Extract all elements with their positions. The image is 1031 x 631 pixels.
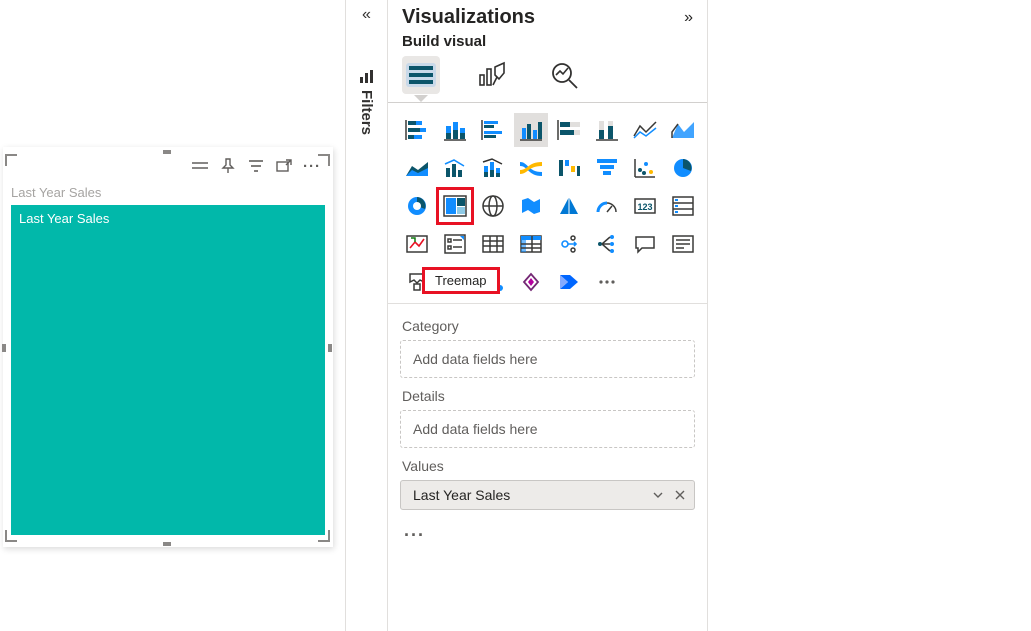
build-tabs (388, 56, 707, 103)
stacked-bar-chart-icon[interactable] (400, 113, 434, 147)
azure-map-icon[interactable] (552, 189, 586, 223)
smart-narrative-icon[interactable] (666, 227, 700, 261)
donut-chart-icon[interactable] (400, 189, 434, 223)
focus-mode-icon[interactable] (273, 155, 295, 177)
tab-format-visual[interactable] (474, 56, 512, 94)
svg-text:123: 123 (637, 202, 652, 212)
line-chart-icon[interactable] (628, 113, 662, 147)
drag-handle-icon[interactable] (189, 155, 211, 177)
filter-icon[interactable] (245, 155, 267, 177)
r-visual-icon[interactable] (552, 227, 586, 261)
well-details[interactable]: Add data fields here (400, 410, 695, 448)
tab-analytics[interactable] (546, 56, 584, 94)
ribbon-chart-icon[interactable] (514, 151, 548, 185)
treemap-tile-label: Last Year Sales (19, 211, 109, 226)
line-stacked-column-icon[interactable] (476, 151, 510, 185)
multi-row-card-icon[interactable] (666, 189, 700, 223)
visualizations-pane: Visualizations » Build visual Treemap 12… (388, 0, 708, 631)
treemap-tooltip: Treemap (424, 269, 498, 292)
selection-handle[interactable] (5, 530, 17, 542)
selection-handle[interactable] (163, 150, 171, 154)
get-more-visuals-icon[interactable] (590, 265, 624, 299)
decomposition-tree-icon[interactable] (590, 227, 624, 261)
report-canvas: ··· Last Year Sales Last Year Sales (0, 0, 345, 631)
visual-title: Last Year Sales (11, 185, 101, 200)
waterfall-chart-icon[interactable] (552, 151, 586, 185)
hundred-stacked-bar-icon[interactable] (552, 113, 586, 147)
visual-type-grid: Treemap 123 (388, 103, 707, 304)
map-icon[interactable] (476, 189, 510, 223)
funnel-chart-icon[interactable] (590, 151, 624, 185)
well-label-details: Details (402, 388, 693, 404)
chevron-down-icon[interactable] (652, 489, 664, 501)
pane-title: Visualizations (402, 6, 535, 29)
clustered-column-chart-icon[interactable] (514, 113, 548, 147)
field-wells: Category Add data fields here Details Ad… (388, 304, 707, 541)
expand-filters-button[interactable]: « (346, 6, 387, 24)
selection-handle[interactable] (163, 542, 171, 546)
treemap-icon[interactable] (438, 189, 472, 223)
slicer-icon[interactable] (438, 227, 472, 261)
qna-icon[interactable] (628, 227, 662, 261)
table-icon[interactable] (476, 227, 510, 261)
selection-handle[interactable] (328, 344, 332, 352)
pie-chart-icon[interactable] (666, 151, 700, 185)
well-category[interactable]: Add data fields here (400, 340, 695, 378)
stacked-area-chart-icon[interactable] (400, 151, 434, 185)
visual-header-toolbar: ··· (189, 155, 323, 177)
chart-mini-icon (359, 70, 375, 84)
selection-handle[interactable] (2, 344, 6, 352)
tab-build-visual[interactable] (402, 56, 440, 94)
clustered-bar-chart-icon[interactable] (476, 113, 510, 147)
visual-container[interactable]: ··· Last Year Sales Last Year Sales (3, 147, 333, 547)
selection-handle[interactable] (318, 154, 330, 166)
selection-handle[interactable] (5, 154, 17, 166)
line-clustered-column-icon[interactable] (438, 151, 472, 185)
well-label-values: Values (402, 458, 693, 474)
collapse-pane-button[interactable]: » (684, 9, 693, 27)
scatter-chart-icon[interactable] (628, 151, 662, 185)
well-values-chip[interactable]: Last Year Sales (400, 480, 695, 510)
selection-handle[interactable] (318, 530, 330, 542)
powerapps-icon[interactable] (514, 265, 548, 299)
filters-pane-collapsed: « Filters (345, 0, 388, 631)
card-icon[interactable]: 123 (628, 189, 662, 223)
treemap-tile[interactable]: Last Year Sales (11, 205, 325, 535)
remove-field-icon[interactable] (674, 489, 686, 501)
chip-label: Last Year Sales (413, 487, 510, 503)
area-chart-icon[interactable] (666, 113, 700, 147)
pane-subtitle: Build visual (388, 31, 707, 56)
more-wells-button[interactable]: ... (400, 520, 695, 541)
filled-map-icon[interactable] (514, 189, 548, 223)
stacked-column-chart-icon[interactable] (438, 113, 472, 147)
hundred-stacked-column-icon[interactable] (590, 113, 624, 147)
pin-icon[interactable] (217, 155, 239, 177)
well-label-category: Category (402, 318, 693, 334)
kpi-icon[interactable] (400, 227, 434, 261)
gauge-icon[interactable] (590, 189, 624, 223)
powerautomate-icon[interactable] (552, 265, 586, 299)
filters-label[interactable]: Filters (346, 70, 387, 135)
matrix-icon[interactable] (514, 227, 548, 261)
